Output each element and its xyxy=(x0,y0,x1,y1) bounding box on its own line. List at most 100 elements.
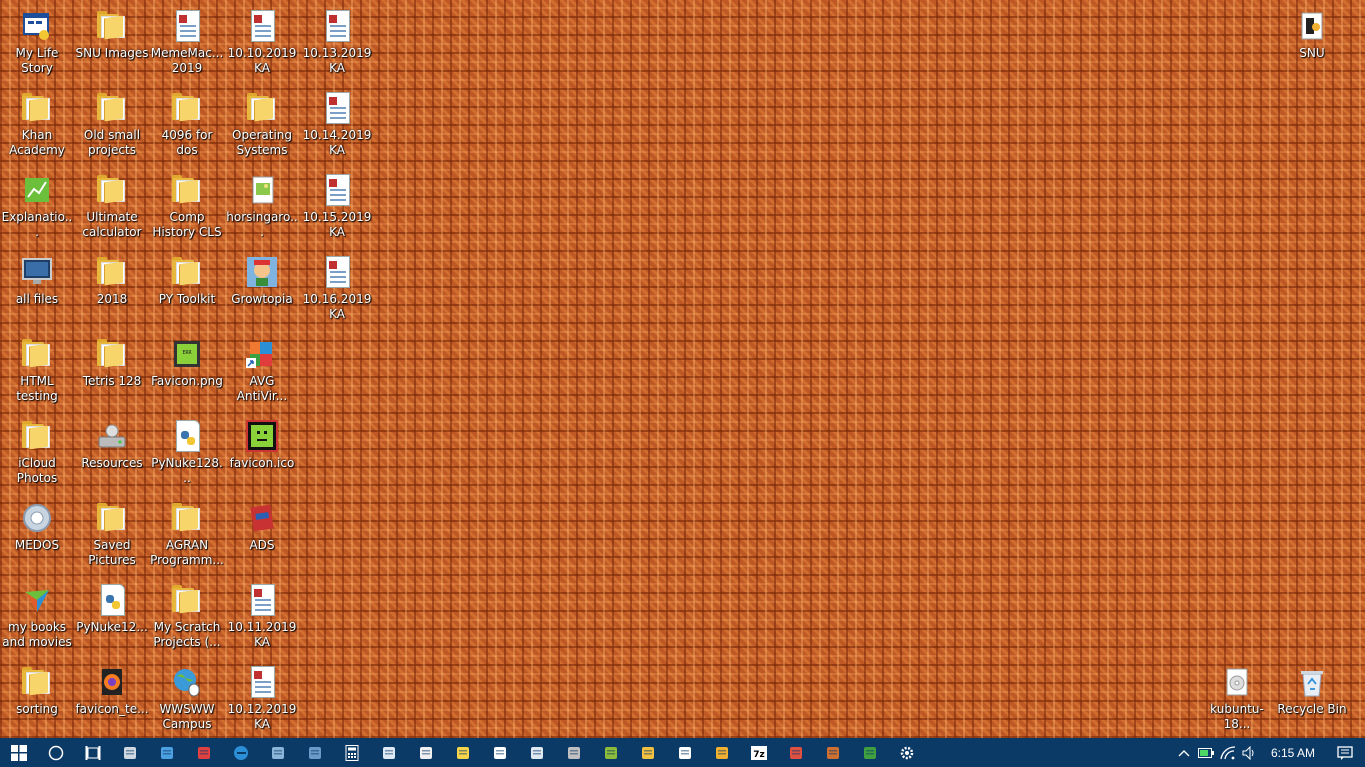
desktop-icon[interactable]: Ultimate calculator xyxy=(75,170,149,250)
wifi-icon[interactable] xyxy=(1217,738,1239,767)
taskbar-app-button[interactable] xyxy=(666,738,703,767)
desktop-icon-label: Khan Academy xyxy=(9,128,65,157)
desktop-icon[interactable]: Growtopia xyxy=(225,252,299,332)
desktop-icon[interactable]: Old small projects xyxy=(75,88,149,168)
document-icon xyxy=(319,90,355,126)
desktop-icon[interactable]: SNU Images xyxy=(75,6,149,86)
desktop-icon[interactable]: HTML testing xyxy=(0,334,74,414)
desktop-icon[interactable]: 10.12.2019 KA xyxy=(225,662,299,738)
desktop-icon-label: 10.10.2019 KA xyxy=(227,46,297,75)
taskbar-app-button[interactable] xyxy=(259,738,296,767)
taskbar-app-button[interactable] xyxy=(111,738,148,767)
desktop-icon[interactable]: Khan Academy xyxy=(0,88,74,168)
desktop-icon[interactable]: 10.14.2019 KA xyxy=(300,88,374,168)
folder-icon xyxy=(94,172,130,208)
desktop-icon[interactable]: WWSWW Campus xyxy=(150,662,224,738)
app-window-icon xyxy=(19,8,55,44)
chevron-up-icon[interactable] xyxy=(1173,738,1195,767)
desktop-icon[interactable]: My Scratch Projects (... xyxy=(150,580,224,660)
desktop-icon-label: My Scratch Projects (... xyxy=(153,620,221,649)
taskbar-app-button[interactable] xyxy=(703,738,740,767)
desktop-icon[interactable]: all files xyxy=(0,252,74,332)
start-button[interactable] xyxy=(0,738,37,767)
desktop-icon[interactable]: 10.10.2019 KA xyxy=(225,6,299,86)
taskbar-app-button[interactable] xyxy=(629,738,666,767)
clock[interactable]: 6:15 AM xyxy=(1261,746,1325,760)
action-center-icon[interactable] xyxy=(1325,738,1365,767)
desktop-icon[interactable]: PyNuke128... xyxy=(150,416,224,496)
desktop-icon[interactable]: ADS xyxy=(225,498,299,578)
desktop-icon[interactable]: AVG AntiVir... xyxy=(225,334,299,414)
desktop-icon[interactable]: Operating Systems xyxy=(225,88,299,168)
taskbar-app-button[interactable]: 7z xyxy=(740,738,777,767)
green-image-icon: ERR xyxy=(169,336,205,372)
disc-image-icon xyxy=(1219,664,1255,700)
volume-icon[interactable] xyxy=(1239,738,1261,767)
desktop-icon[interactable]: 10.13.2019 KA xyxy=(300,6,374,86)
desktop-icon[interactable]: favicon_te... xyxy=(75,662,149,738)
taskbar-app-button[interactable] xyxy=(777,738,814,767)
taskbar-app-button[interactable] xyxy=(407,738,444,767)
desktop-icon[interactable]: my books and movies xyxy=(0,580,74,660)
taskbar-app-button[interactable] xyxy=(185,738,222,767)
desktop-icon[interactable]: Tetris 128 xyxy=(75,334,149,414)
desktop-icon[interactable]: sorting xyxy=(0,662,74,738)
taskbar-app-button[interactable] xyxy=(518,738,555,767)
taskbar-app-button[interactable] xyxy=(148,738,185,767)
desktop-icon[interactable]: 10.16.2019 KA xyxy=(300,252,374,332)
settings-gear-icon xyxy=(899,745,915,761)
desktop-icon-label: 2018 xyxy=(96,292,128,306)
taskbar-app-button[interactable] xyxy=(296,738,333,767)
folder-icon xyxy=(169,172,205,208)
audio-file-icon xyxy=(1294,8,1330,44)
media-player-icon xyxy=(19,582,55,618)
taskbar-app-button[interactable] xyxy=(592,738,629,767)
taskbar-app-button[interactable] xyxy=(333,738,370,767)
desktop-icon[interactable]: Comp History CLS xyxy=(150,170,224,250)
desktop-icon[interactable]: MemeMac... 2019 xyxy=(150,6,224,86)
search-button[interactable] xyxy=(37,738,74,767)
desktop-icon[interactable]: Resources xyxy=(75,416,149,496)
taskbar-app-button[interactable] xyxy=(814,738,851,767)
desktop-icon[interactable]: My Life Story xyxy=(0,6,74,86)
desktop-icon[interactable]: favicon.ico xyxy=(225,416,299,496)
desktop-icon[interactable]: AGRAN Programm... xyxy=(150,498,224,578)
desktop-icon[interactable]: SNU xyxy=(1275,6,1349,86)
desktop-icon[interactable]: iCloud Photos xyxy=(0,416,74,496)
taskbar-app-button[interactable] xyxy=(555,738,592,767)
battery-icon[interactable] xyxy=(1195,738,1217,767)
taskbar-app-button[interactable] xyxy=(481,738,518,767)
notepad-icon xyxy=(381,745,397,761)
desktop-icon-label: Resources xyxy=(81,456,143,470)
desktop-icon[interactable]: 4096 for dos xyxy=(150,88,224,168)
desktop-icon[interactable]: Saved Pictures xyxy=(75,498,149,578)
desktop-icon[interactable]: 10.15.2019 KA xyxy=(300,170,374,250)
archive-7z-icon: 7z xyxy=(750,745,767,761)
desktop-icon[interactable]: PyNuke12... xyxy=(75,580,149,660)
taskbar-app-button[interactable] xyxy=(222,738,259,767)
desktop-icon[interactable]: 10.11.2019 KA xyxy=(225,580,299,660)
remote-desktop-icon xyxy=(270,745,286,761)
taskbar-app-button[interactable] xyxy=(444,738,481,767)
document-icon xyxy=(244,664,280,700)
desktop-icon[interactable]: 2018 xyxy=(75,252,149,332)
desktop-icon-label: SNU Images xyxy=(75,46,149,60)
desktop-icon-label: kubuntu-18... xyxy=(1210,702,1264,731)
task-view-button[interactable] xyxy=(74,738,111,767)
desktop-icon[interactable]: PY Toolkit xyxy=(150,252,224,332)
document-icon xyxy=(319,254,355,290)
desktop-icon-label: horsingaro... xyxy=(226,210,298,239)
globe-mouse-icon xyxy=(169,664,205,700)
desktop-icon[interactable]: kubuntu-18... xyxy=(1200,662,1274,738)
desktop-icon[interactable]: horsingaro... xyxy=(225,170,299,250)
taskbar-app-button[interactable] xyxy=(888,738,925,767)
chart-app-icon xyxy=(19,172,55,208)
desktop-icon[interactable]: MEDOS xyxy=(0,498,74,578)
desktop-icon[interactable]: Explanatio... xyxy=(0,170,74,250)
desktop-icon[interactable]: ERR Favicon.png xyxy=(150,334,224,414)
desktop-icon[interactable]: Recycle Bin xyxy=(1275,662,1349,738)
taskbar-app-button[interactable] xyxy=(370,738,407,767)
desktop-icon-label: Growtopia xyxy=(231,292,293,306)
taskbar-app-button[interactable] xyxy=(851,738,888,767)
folder-icon xyxy=(169,254,205,290)
